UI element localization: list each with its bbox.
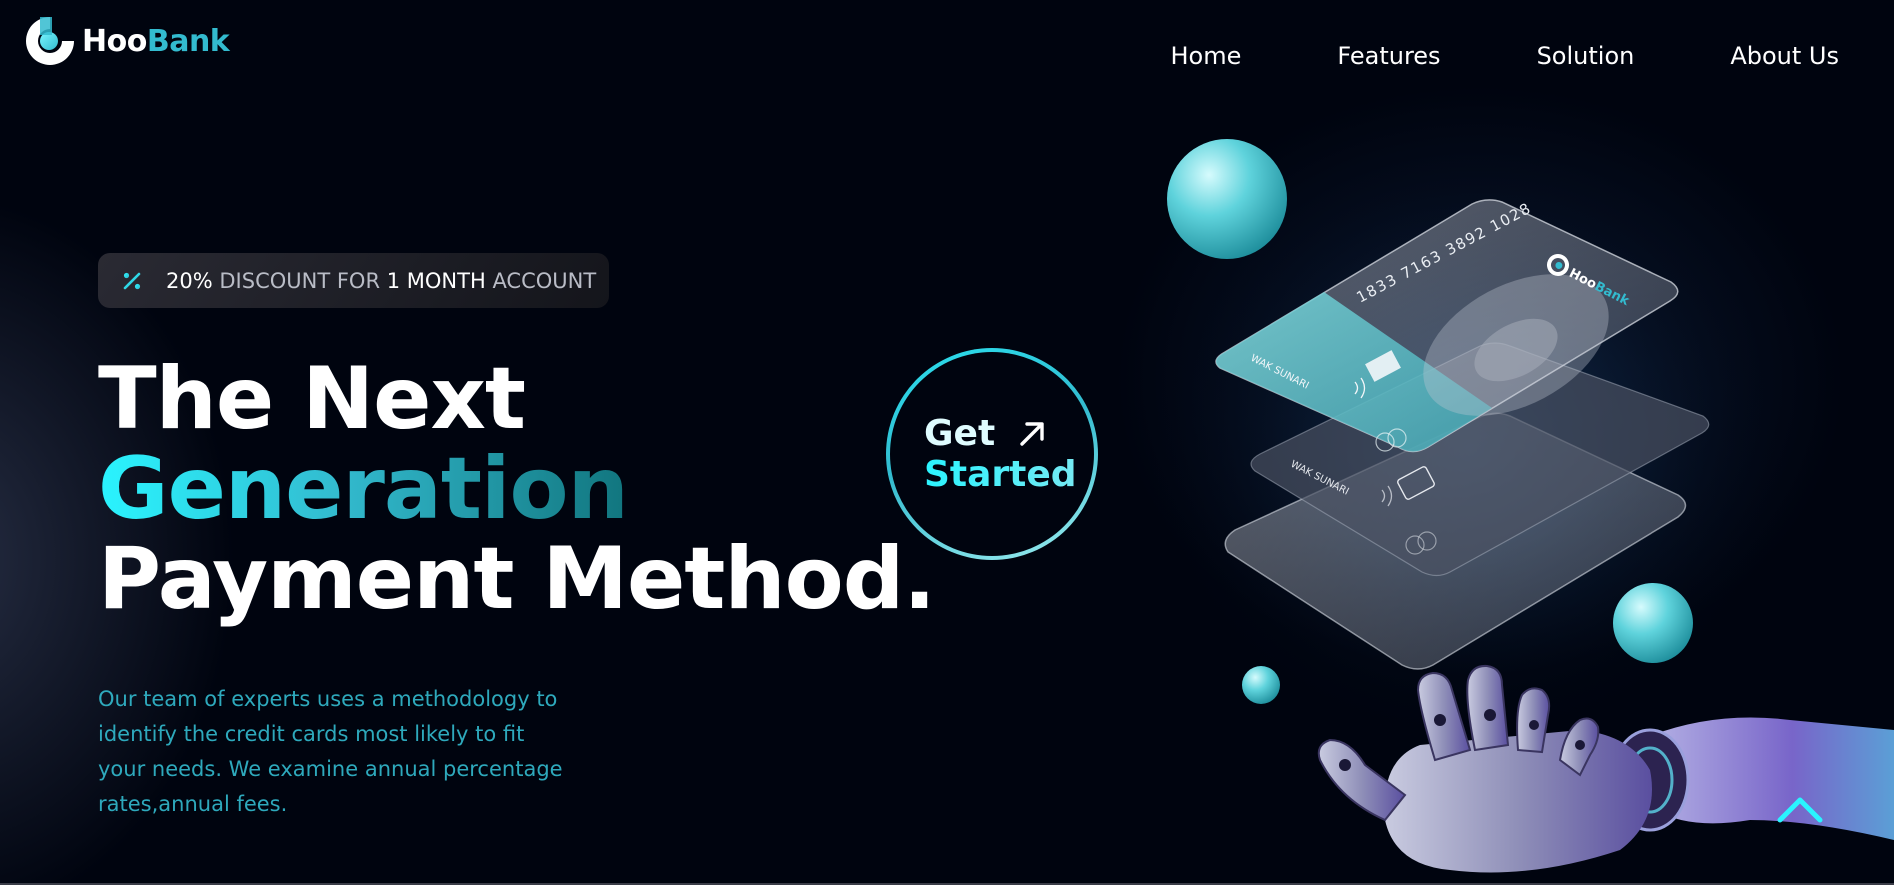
landing-page: HooBank Home Features Solution About Us … xyxy=(0,0,1894,885)
arrow-up-right-icon xyxy=(1020,421,1044,446)
get-started-label-1: Get xyxy=(924,413,996,454)
discount-badge: 20% DISCOUNT FOR 1 MONTH ACCOUNT xyxy=(98,253,609,308)
get-started-inner: Get Started xyxy=(890,352,1094,556)
nav-home[interactable]: Home xyxy=(1170,42,1241,70)
sphere-medium xyxy=(1613,583,1693,663)
get-started-label-2: Started xyxy=(924,454,1094,495)
badge-text: 20% DISCOUNT FOR 1 MONTH ACCOUNT xyxy=(166,268,597,293)
discount-icon xyxy=(123,272,141,289)
hero-title-line-1: The Next xyxy=(98,349,526,449)
hero-title-line-3: Payment Method. xyxy=(98,529,936,629)
chevron-up-icon[interactable] xyxy=(1776,792,1824,824)
hero-description: Our team of experts uses a methodology t… xyxy=(98,687,563,816)
sphere-small xyxy=(1242,666,1280,704)
logo[interactable]: HooBank xyxy=(22,13,230,69)
robot-hand-cards-illustration: WAK SUNARI 1833 7163 3892 1028 WAK SUNAR… xyxy=(1150,139,1894,873)
nav-features[interactable]: Features xyxy=(1337,42,1440,70)
logo-icon xyxy=(26,17,74,65)
nav-solution[interactable]: Solution xyxy=(1537,42,1635,70)
main-nav: Home Features Solution About Us xyxy=(1170,42,1839,70)
get-started-button[interactable]: Get Started xyxy=(886,348,1098,560)
hero-title-line-2: Generation xyxy=(98,439,629,539)
sphere-large xyxy=(1167,139,1287,259)
nav-about-us[interactable]: About Us xyxy=(1730,42,1839,70)
logo-text: HooBank xyxy=(82,23,230,59)
